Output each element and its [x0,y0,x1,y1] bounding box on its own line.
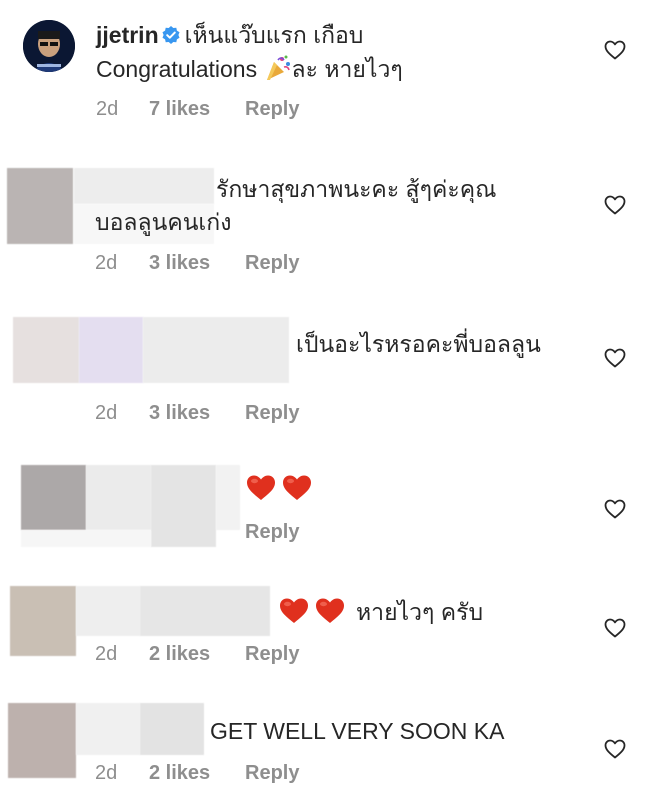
comment-text: หายไวๆ ครับ [356,599,484,625]
blurred-username [76,586,140,636]
comment-emoji [279,597,345,626]
comment-text: เป็นอะไรหรอคะพี่บอลลูน [296,331,541,357]
reply-button[interactable]: Reply [245,642,299,666]
likes-count[interactable]: 2 likes [149,761,210,785]
comment-time: 2d [96,98,119,120]
likes-count[interactable]: 7 likes [149,97,210,121]
comment-time: 2d [95,643,118,665]
reply-button[interactable]: Reply [245,251,299,275]
heart-outline-icon[interactable] [603,497,627,521]
comment-time: 2d [95,252,118,274]
heart-outline-icon[interactable] [603,346,627,370]
likes-count[interactable]: 3 likes [149,401,210,425]
reply-button[interactable]: Reply [245,761,299,785]
reply-button[interactable]: Reply [245,97,299,121]
comment-text-line: jjetrin เห็นแว๊บแรก เกือบ [96,20,363,50]
blurred-username [74,168,214,204]
avatar[interactable] [23,20,75,72]
red-heart-emoji [247,475,275,500]
reply-button[interactable]: Reply [245,520,299,544]
comment-text-line: Congratulations ละ หายไวๆ [96,54,403,84]
party-popper-emoji [266,55,290,80]
likes-count[interactable]: 3 likes [149,251,210,275]
red-heart-emoji [280,598,308,623]
heart-outline-icon[interactable] [603,616,627,640]
comment-time: 2d [95,402,118,424]
blurred-avatar[interactable] [21,465,86,530]
reply-button[interactable]: Reply [245,401,299,425]
blurred-avatar[interactable] [8,703,76,778]
blurred-area [216,465,240,530]
heart-outline-icon[interactable] [603,193,627,217]
comment-time: 2d [95,762,118,784]
blurred-avatar[interactable] [13,317,79,383]
heart-outline-icon[interactable] [603,737,627,761]
blurred-area [21,530,151,547]
comment-text: เห็นแว๊บแรก เกือบ [184,22,364,48]
blurred-username [76,703,140,755]
comment-text: ละ หายไวๆ [291,56,403,82]
red-heart-emoji [316,598,344,623]
likes-count[interactable]: 2 likes [149,642,210,666]
blurred-username [79,317,143,383]
avatar-image [23,20,75,72]
heart-outline-icon[interactable] [603,38,627,62]
blurred-area [143,317,289,383]
verified-badge-icon [162,26,180,44]
comment-emoji [246,474,312,503]
comment-text: Congratulations [96,56,258,82]
blurred-area [151,465,216,547]
blurred-avatar[interactable] [7,168,73,244]
blurred-avatar[interactable] [10,586,76,656]
comment-text: บอลลูนคนเก่ง [95,209,232,235]
username[interactable]: jjetrin [96,22,159,48]
blurred-area [140,703,204,755]
red-heart-emoji [283,475,311,500]
blurred-area [140,586,270,636]
blurred-username [86,465,151,530]
comment-text: GET WELL VERY SOON KA [210,718,505,744]
comment-text: รักษาสุขภาพนะคะ สู้ๆค่ะคุณ [216,176,497,202]
